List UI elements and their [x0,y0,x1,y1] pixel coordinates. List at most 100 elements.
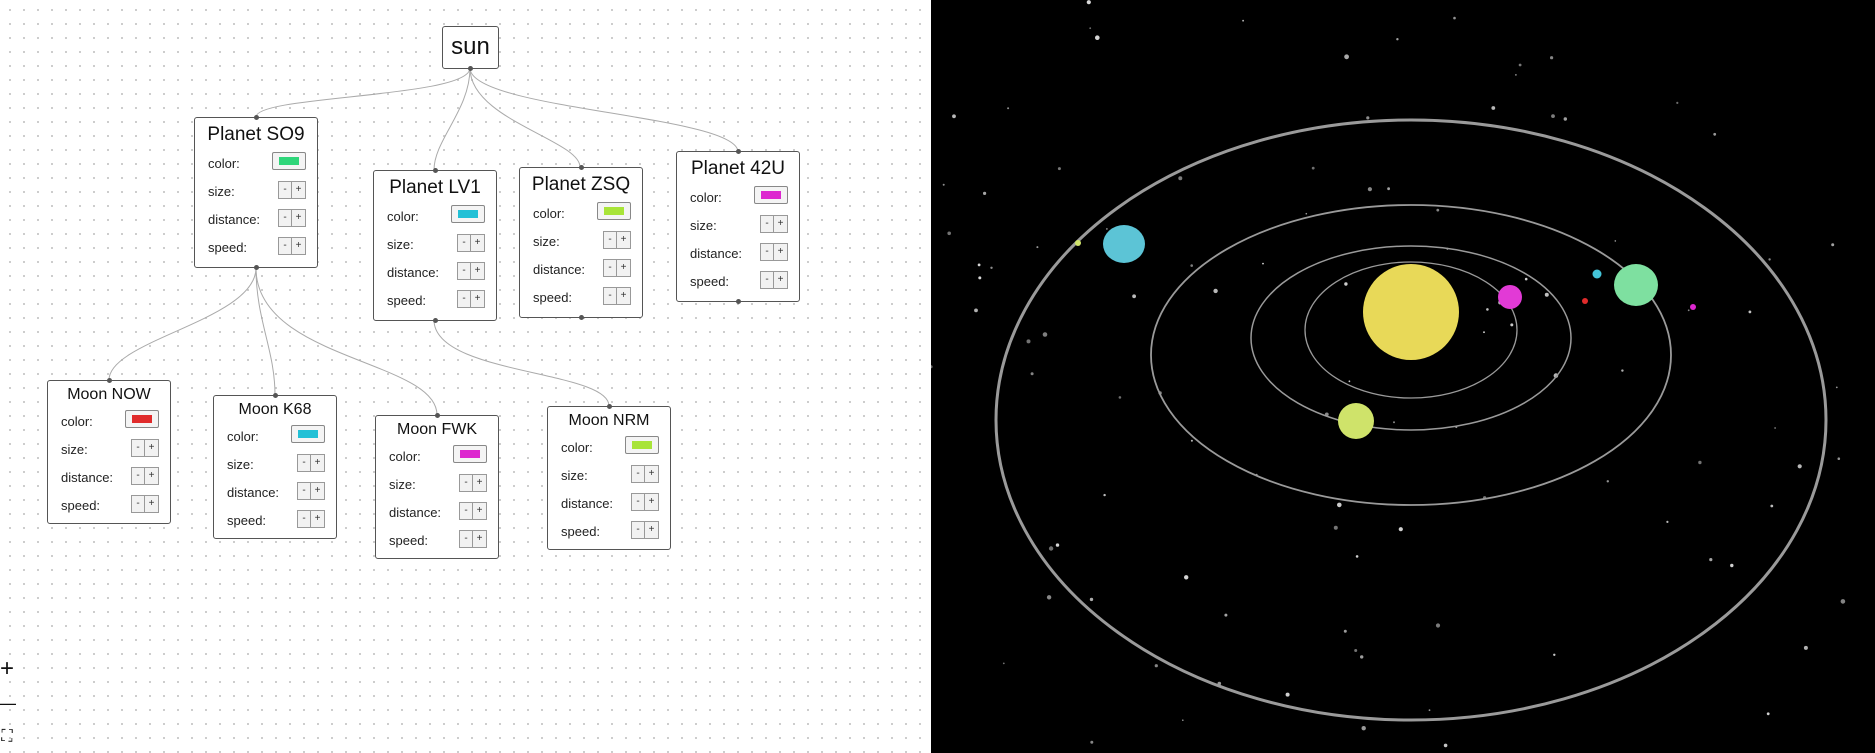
distance-increase-button[interactable]: + [473,502,487,520]
moon-node-k68[interactable]: Moon K68 color: size: - + distance: - + spee… [213,393,337,539]
planet-node-so9[interactable]: Planet SO9 color: size: - + distance: - + sp… [194,115,318,270]
distance-decrease-button[interactable]: - [131,467,145,485]
size-increase-button[interactable]: + [292,181,306,199]
distance-increase-button[interactable]: + [617,259,631,277]
speed-decrease-button[interactable]: - [603,287,617,305]
star [1730,563,1734,568]
size-increase-button[interactable]: + [645,465,659,483]
speed-increase-button[interactable]: + [473,530,487,548]
color-picker[interactable] [754,186,788,204]
distance-increase-button[interactable]: + [471,262,485,280]
star [1055,543,1060,547]
distance-increase-button[interactable]: + [145,467,159,485]
speed-increase-button[interactable]: + [145,495,159,513]
distance-increase-button[interactable]: + [311,482,325,500]
target-handle[interactable] [606,404,612,409]
star [1242,19,1244,22]
color-picker[interactable] [625,436,659,454]
sun-node[interactable]: sun [442,26,499,71]
size-label: size: [533,234,560,249]
distance-increase-button[interactable]: + [292,209,306,227]
color-swatch [460,450,480,458]
speed-increase-button[interactable]: + [311,510,325,528]
color-picker[interactable] [453,445,487,463]
speed-decrease-button[interactable]: - [297,510,311,528]
zoom-in-button[interactable]: + [0,657,18,682]
size-increase-button[interactable]: + [311,454,325,472]
size-decrease-button[interactable]: - [760,215,774,233]
size-decrease-button[interactable]: - [131,439,145,457]
star [1178,176,1183,181]
moon-sphere [1592,269,1602,279]
color-swatch [298,430,318,438]
distance-decrease-button[interactable]: - [459,502,473,520]
size-decrease-button[interactable]: - [459,474,473,492]
speed-increase-button[interactable]: + [645,521,659,539]
color-picker[interactable] [291,425,325,443]
color-picker[interactable] [272,152,306,170]
speed-label: speed: [389,533,429,548]
star [1343,629,1347,633]
distance-decrease-button[interactable]: - [457,262,471,280]
size-increase-button[interactable]: + [774,215,788,233]
star [1748,310,1752,314]
moon-node-now[interactable]: Moon NOW color: size: - + distance: - + spee… [47,378,171,524]
source-handle[interactable] [432,318,438,323]
size-increase-button[interactable]: + [471,234,485,252]
color-picker[interactable] [125,410,159,428]
target-handle[interactable] [735,149,741,154]
size-increase-button[interactable]: + [617,231,631,249]
size-decrease-button[interactable]: - [603,231,617,249]
moon-node-fwk[interactable]: Moon FWK color: size: - + distance: - + spee… [375,413,499,559]
speed-decrease-button[interactable]: - [459,530,473,548]
color-picker[interactable] [451,205,485,223]
star [1333,525,1338,530]
size-increase-button[interactable]: + [473,474,487,492]
size-decrease-button[interactable]: - [457,234,471,252]
star [1435,623,1441,628]
target-handle[interactable] [253,115,259,120]
size-decrease-button[interactable]: - [297,454,311,472]
3d-scene-viewport[interactable] [931,0,1875,753]
size-increase-button[interactable]: + [145,439,159,457]
speed-decrease-button[interactable]: - [760,271,774,289]
color-picker[interactable] [597,202,631,220]
speed-increase-button[interactable]: + [617,287,631,305]
distance-increase-button[interactable]: + [774,243,788,261]
planet-node-42u[interactable]: Planet 42U color: size: - + distance: - + sp… [676,149,800,304]
size-decrease-button[interactable]: - [278,181,292,199]
target-handle[interactable] [432,168,438,173]
distance-increase-button[interactable]: + [645,493,659,511]
distance-decrease-button[interactable]: - [278,209,292,227]
speed-increase-button[interactable]: + [774,271,788,289]
speed-decrease-button[interactable]: - [631,521,645,539]
target-handle[interactable] [578,165,584,170]
source-handle[interactable] [253,265,259,270]
speed-decrease-button[interactable]: - [278,237,292,255]
source-handle[interactable] [578,315,584,320]
flow-canvas[interactable]: sun Planet SO9 color: size: - + distance: -… [0,0,931,753]
distance-decrease-button[interactable]: - [631,493,645,511]
moon-node-nrm[interactable]: Moon NRM color: size: - + distance: - + spee… [547,404,671,550]
distance-decrease-button[interactable]: - [603,259,617,277]
target-handle[interactable] [434,413,440,418]
distance-decrease-button[interactable]: - [760,243,774,261]
planet-node-lv1[interactable]: Planet LV1 color: size: - + distance: - + sp… [373,168,497,323]
speed-increase-button[interactable]: + [292,237,306,255]
zoom-out-button[interactable]: — [0,692,18,716]
distance-decrease-button[interactable]: - [297,482,311,500]
star [1768,258,1771,261]
sun-source-handle[interactable] [468,66,473,71]
size-decrease-button[interactable]: - [631,465,645,483]
star [942,183,945,186]
planet-node-zsq[interactable]: Planet ZSQ color: size: - + distance: - + sp… [519,165,643,320]
target-handle[interactable] [272,393,278,398]
fit-view-button[interactable]: ⛶ [0,726,18,750]
target-handle[interactable] [106,378,112,383]
star [1515,74,1517,76]
speed-increase-button[interactable]: + [471,290,485,308]
star [1614,240,1617,242]
source-handle[interactable] [735,299,741,304]
speed-decrease-button[interactable]: - [131,495,145,513]
speed-decrease-button[interactable]: - [457,290,471,308]
